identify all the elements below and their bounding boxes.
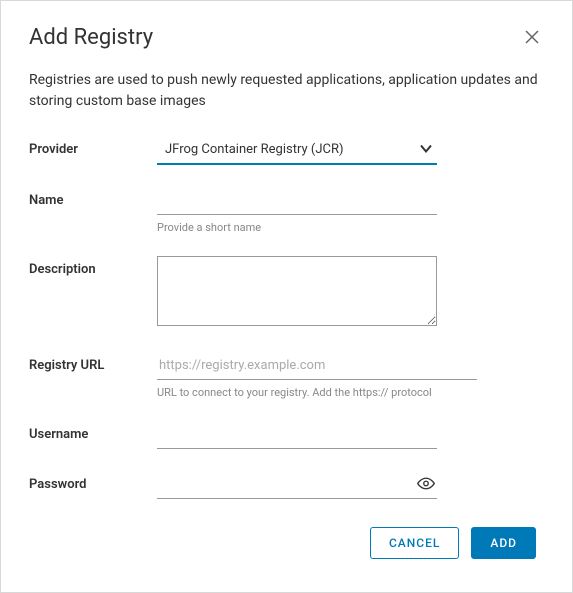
username-field bbox=[157, 421, 437, 449]
provider-label: Provider bbox=[29, 136, 157, 157]
provider-select-value: JFrog Container Registry (JCR) bbox=[157, 136, 437, 163]
add-registry-dialog: Add Registry Registries are used to push… bbox=[1, 1, 572, 583]
dialog-title: Add Registry bbox=[29, 25, 153, 50]
description-field bbox=[157, 256, 437, 330]
dialog-header: Add Registry bbox=[29, 25, 544, 52]
username-row: Username bbox=[29, 421, 544, 449]
description-label: Description bbox=[29, 256, 157, 277]
description-textarea[interactable] bbox=[157, 256, 437, 326]
registry-url-input[interactable] bbox=[157, 352, 477, 380]
username-label: Username bbox=[29, 421, 157, 442]
password-field bbox=[157, 471, 437, 499]
description-row: Description bbox=[29, 256, 544, 330]
name-field: Provide a short name bbox=[157, 187, 437, 234]
provider-row: Provider JFrog Container Registry (JCR) bbox=[29, 136, 544, 165]
toggle-password-button[interactable] bbox=[415, 473, 437, 498]
password-input[interactable] bbox=[157, 471, 437, 499]
registry-url-label: Registry URL bbox=[29, 352, 157, 373]
username-input[interactable] bbox=[157, 421, 437, 449]
registry-url-helper: URL to connect to your registry. Add the… bbox=[157, 386, 477, 399]
password-row: Password bbox=[29, 471, 544, 499]
add-button[interactable]: ADD bbox=[471, 527, 536, 559]
provider-field: JFrog Container Registry (JCR) bbox=[157, 136, 437, 165]
close-icon bbox=[524, 33, 540, 48]
name-label: Name bbox=[29, 187, 157, 208]
registry-url-field: URL to connect to your registry. Add the… bbox=[157, 352, 477, 399]
registry-url-row: Registry URL URL to connect to your regi… bbox=[29, 352, 544, 399]
password-label: Password bbox=[29, 471, 157, 492]
dialog-actions: CANCEL ADD bbox=[29, 527, 544, 559]
provider-select[interactable]: JFrog Container Registry (JCR) bbox=[157, 136, 437, 165]
name-input[interactable] bbox=[157, 187, 437, 215]
name-row: Name Provide a short name bbox=[29, 187, 544, 234]
name-helper: Provide a short name bbox=[157, 221, 437, 234]
cancel-button[interactable]: CANCEL bbox=[370, 527, 459, 559]
dialog-description: Registries are used to push newly reques… bbox=[29, 70, 544, 112]
eye-icon bbox=[417, 481, 435, 496]
close-button[interactable] bbox=[520, 25, 544, 52]
